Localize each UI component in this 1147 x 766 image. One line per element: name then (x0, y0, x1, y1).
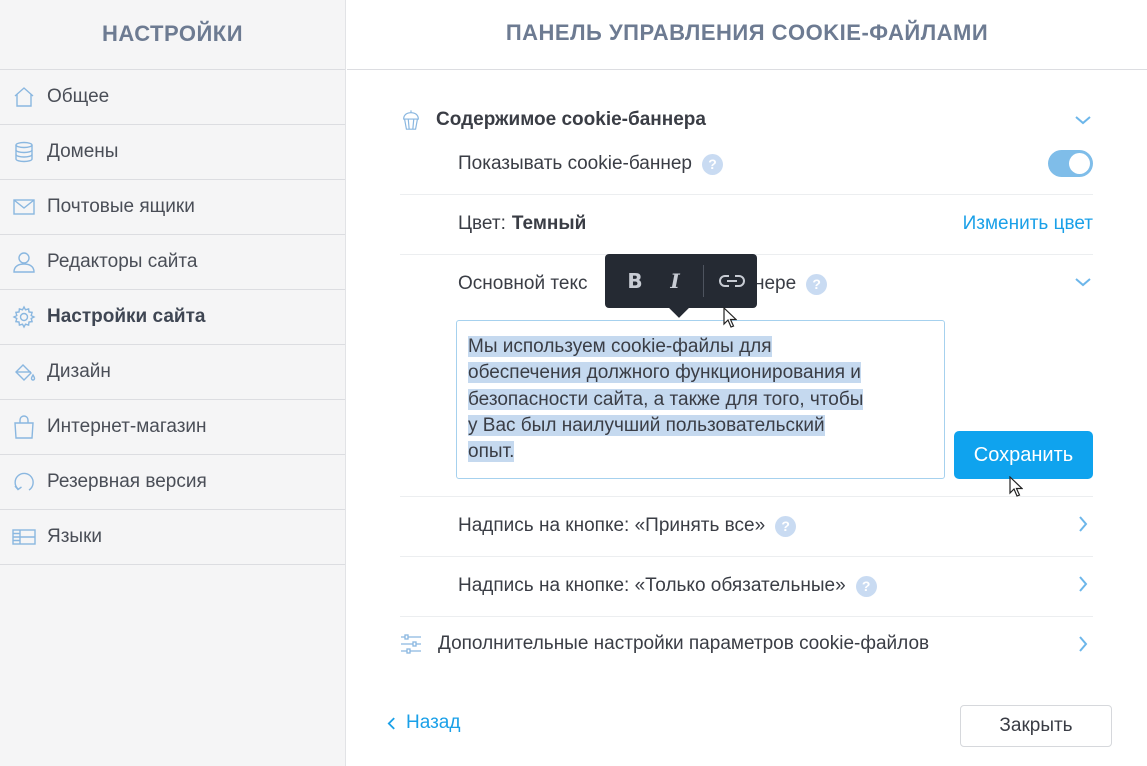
sidebar-item-online-store[interactable]: Интернет-магазин (0, 400, 345, 455)
sidebar-item-general[interactable]: Общее (0, 70, 345, 125)
chevron-right-icon[interactable] (1073, 514, 1093, 534)
user-icon (12, 250, 36, 274)
help-icon[interactable]: ? (806, 273, 828, 295)
cupcake-icon (400, 109, 422, 131)
mouse-cursor-icon (1009, 476, 1023, 497)
editor-line: Мы используем cookie-файлы для (468, 336, 772, 357)
divider (400, 496, 1093, 497)
chevron-right-icon[interactable] (1073, 574, 1093, 594)
back-link[interactable]: Назад (387, 712, 460, 734)
backup-icon (12, 470, 36, 494)
editor-line: безопасности сайта, а также для того, чт… (468, 388, 864, 410)
divider (400, 556, 1093, 557)
sidebar-item-label: Резервная версия (47, 471, 207, 492)
chevron-right-icon[interactable] (1073, 634, 1093, 654)
color-label: Цвет: (458, 213, 506, 234)
languages-icon (12, 525, 36, 549)
advanced-settings-label: Дополнительные настройки параметров cook… (438, 633, 930, 654)
mouse-cursor-icon (723, 307, 737, 328)
toggle-knob (1069, 153, 1090, 174)
sidebar-item-label: Настройки сайта (47, 306, 206, 327)
sidebar-item-mailboxes[interactable]: Почтовые ящики (0, 180, 345, 235)
link-button[interactable] (712, 261, 752, 301)
gear-icon (12, 305, 36, 329)
sidebar-item-backup[interactable]: Резервная версия (0, 455, 345, 510)
sidebar-item-domains[interactable]: Домены (0, 125, 345, 180)
show-banner-label: Показывать cookie-баннер (458, 153, 692, 174)
required-only-label: Надпись на кнопке: «Только обязательные» (458, 575, 846, 596)
back-label: Назад (406, 712, 461, 733)
chevron-down-icon[interactable] (1073, 110, 1093, 130)
help-icon[interactable]: ? (701, 153, 723, 175)
show-banner-toggle[interactable] (1048, 150, 1093, 177)
banner-text-editor[interactable]: Мы используем cookie-файлы для обеспечен… (456, 320, 945, 479)
sidebar-item-label: Интернет-магазин (47, 416, 207, 437)
editor-line: у Вас был наилучший пользовательский (468, 414, 825, 436)
sidebar-item-label: Почтовые ящики (47, 196, 195, 217)
link-icon (719, 275, 745, 287)
color-row: Цвет: Темный Изменить цвет (458, 208, 1093, 240)
settings-sidebar: НАСТРОЙКИ Общее Домены Почтовые ящики Ре… (0, 0, 346, 766)
cookie-panel: ПАНЕЛЬ УПРАВЛЕНИЯ COOKIE-ФАЙЛАМИ Содержи… (347, 0, 1147, 766)
page-title: ПАНЕЛЬ УПРАВЛЕНИЯ COOKIE-ФАЙЛАМИ (347, 0, 1147, 70)
divider (400, 616, 1093, 617)
change-color-link[interactable]: Изменить цвет (963, 213, 1093, 235)
save-button[interactable]: Сохранить (954, 431, 1093, 479)
sidebar-item-site-editors[interactable]: Редакторы сайта (0, 235, 345, 290)
sliders-icon (400, 633, 422, 655)
required-only-row[interactable]: Надпись на кнопке: «Только обязательные»… (458, 570, 1093, 602)
sidebar-item-label: Домены (47, 141, 119, 162)
main-text-label-start: Основной текс (458, 273, 588, 294)
help-icon[interactable]: ? (775, 515, 797, 537)
bold-button[interactable]: B (615, 261, 655, 301)
sidebar-item-languages[interactable]: Языки (0, 510, 345, 565)
shopping-bag-icon (12, 415, 36, 439)
advanced-settings-row[interactable]: Дополнительные настройки параметров cook… (400, 628, 1093, 660)
sidebar-item-label: Дизайн (47, 361, 111, 382)
chevron-down-icon[interactable] (1073, 272, 1093, 292)
color-value: Темный (511, 213, 587, 234)
sidebar-item-site-settings[interactable]: Настройки сайта (0, 290, 345, 345)
sidebar-item-design[interactable]: Дизайн (0, 345, 345, 400)
italic-button[interactable]: I (655, 261, 695, 301)
editor-line: обеспечения должного функционирования и (468, 362, 861, 384)
sidebar-item-label: Редакторы сайта (47, 251, 198, 272)
toolbar-pointer (669, 298, 689, 318)
paint-bucket-icon (12, 360, 36, 384)
database-icon (12, 140, 36, 164)
main-text-row: Основной текс ннере ? (458, 268, 1093, 300)
help-icon[interactable]: ? (855, 575, 877, 597)
sidebar-item-label: Общее (47, 86, 110, 107)
section-title: Содержимое cookie-баннера (436, 109, 706, 130)
home-icon (12, 85, 36, 109)
accept-all-row[interactable]: Надпись на кнопке: «Принять все» ? (458, 510, 1093, 542)
cookie-banner-content-section[interactable]: Содержимое cookie-баннера (400, 102, 1093, 138)
close-button[interactable]: Закрыть (960, 705, 1112, 747)
divider (400, 194, 1093, 195)
show-banner-row: Показывать cookie-баннер ? (458, 148, 1093, 180)
sidebar-title: НАСТРОЙКИ (0, 0, 345, 70)
sidebar-item-label: Языки (47, 526, 103, 547)
toolbar-separator (703, 265, 704, 297)
chevron-left-icon (387, 716, 396, 730)
accept-all-label: Надпись на кнопке: «Принять все» (458, 515, 766, 536)
editor-line: опыт. (468, 441, 515, 463)
formatting-toolbar: B I (605, 254, 757, 318)
mail-icon (12, 195, 36, 219)
